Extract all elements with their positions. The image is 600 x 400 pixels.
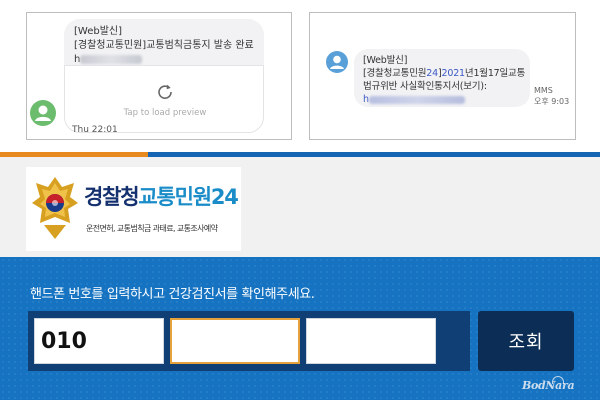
- logo-title: 경찰청교통민원24: [84, 181, 239, 211]
- blurred-url[interactable]: [368, 95, 465, 104]
- message-header: [Web발신]: [363, 55, 408, 66]
- police-emblem-icon: [32, 177, 78, 239]
- site-logo[interactable]: 경찰청교통민원24 운전면허, 교통범칙금 과태료, 교통조사예약: [26, 167, 241, 251]
- message-date-link[interactable]: 2021: [442, 68, 466, 79]
- form-instruction: 핸드폰 번호를 입력하시고 건강검진서를 확인해주세요.: [30, 287, 315, 302]
- preview-label: Tap to load preview: [123, 108, 207, 118]
- logo-subtitle: 운전면허, 교통범칙금 과태료, 교통조사예약: [86, 224, 218, 233]
- message-meta: MMS 오후 9:03: [534, 85, 569, 107]
- logo-title-service: 교통민원: [138, 185, 212, 209]
- message-text: [Web발신] [경찰청교통민원24]2021년1월17일교통 법규위반 사실확…: [363, 54, 531, 106]
- logo-title-24: 24: [210, 185, 239, 209]
- phone-last-input[interactable]: [306, 318, 436, 364]
- message-header: [Web발신]: [74, 26, 123, 37]
- phone-lookup-form: 핸드폰 번호를 입력하시고 건강검진서를 확인해주세요. 조회 BodNara: [0, 257, 600, 400]
- message-bubble: [Web발신] [경찰청교통민원24]2021년1월17일교통 법규위반 사실확…: [354, 49, 530, 107]
- person-avatar-icon: [30, 100, 56, 126]
- message-url-prefix[interactable]: h: [363, 94, 369, 105]
- message-timestamp: 오후 9:03: [534, 97, 570, 106]
- sms-screenshot-left: [Web발신] [경찰청교통민원]교통범칙금통지 발송 완료 h Tap to …: [26, 12, 292, 140]
- site-header: 경찰청교통민원24 운전면허, 교통범칙금 과태료, 교통조사예약: [0, 157, 600, 257]
- page: [Web발신] [경찰청교통민원]교통범칙금통지 발송 완료 h Tap to …: [0, 0, 600, 400]
- message-bubble: [Web발신] [경찰청교통민원]교통범칙금통지 발송 완료 h Tap to …: [64, 19, 264, 133]
- message-type: MMS: [534, 86, 553, 95]
- link-preview[interactable]: Tap to load preview: [64, 65, 264, 133]
- message-body-part: [경찰청교통민원: [363, 68, 427, 79]
- message-body-part: 년1월17일교통: [464, 68, 526, 79]
- blurred-url[interactable]: [80, 54, 143, 64]
- message-link-24[interactable]: 24: [426, 68, 438, 79]
- person-avatar-icon: [326, 51, 348, 73]
- phone-prefix-input[interactable]: [34, 318, 164, 364]
- logo-title-agency: 경찰청: [84, 185, 140, 209]
- phone-middle-input[interactable]: [170, 318, 300, 364]
- message-text: [Web발신] [경찰청교통민원]교통범칙금통지 발송 완료 h: [74, 25, 256, 67]
- sms-screenshot-right: [Web발신] [경찰청교통민원24]2021년1월17일교통 법규위반 사실확…: [309, 12, 576, 140]
- watermark: BodNara: [522, 379, 575, 392]
- reload-icon: [158, 84, 172, 99]
- message-body-line3: 법규위반 사실확인통지서(보기):: [363, 81, 487, 92]
- lookup-button[interactable]: 조회: [478, 311, 574, 371]
- message-timestamp: Thu 22:01: [72, 125, 118, 135]
